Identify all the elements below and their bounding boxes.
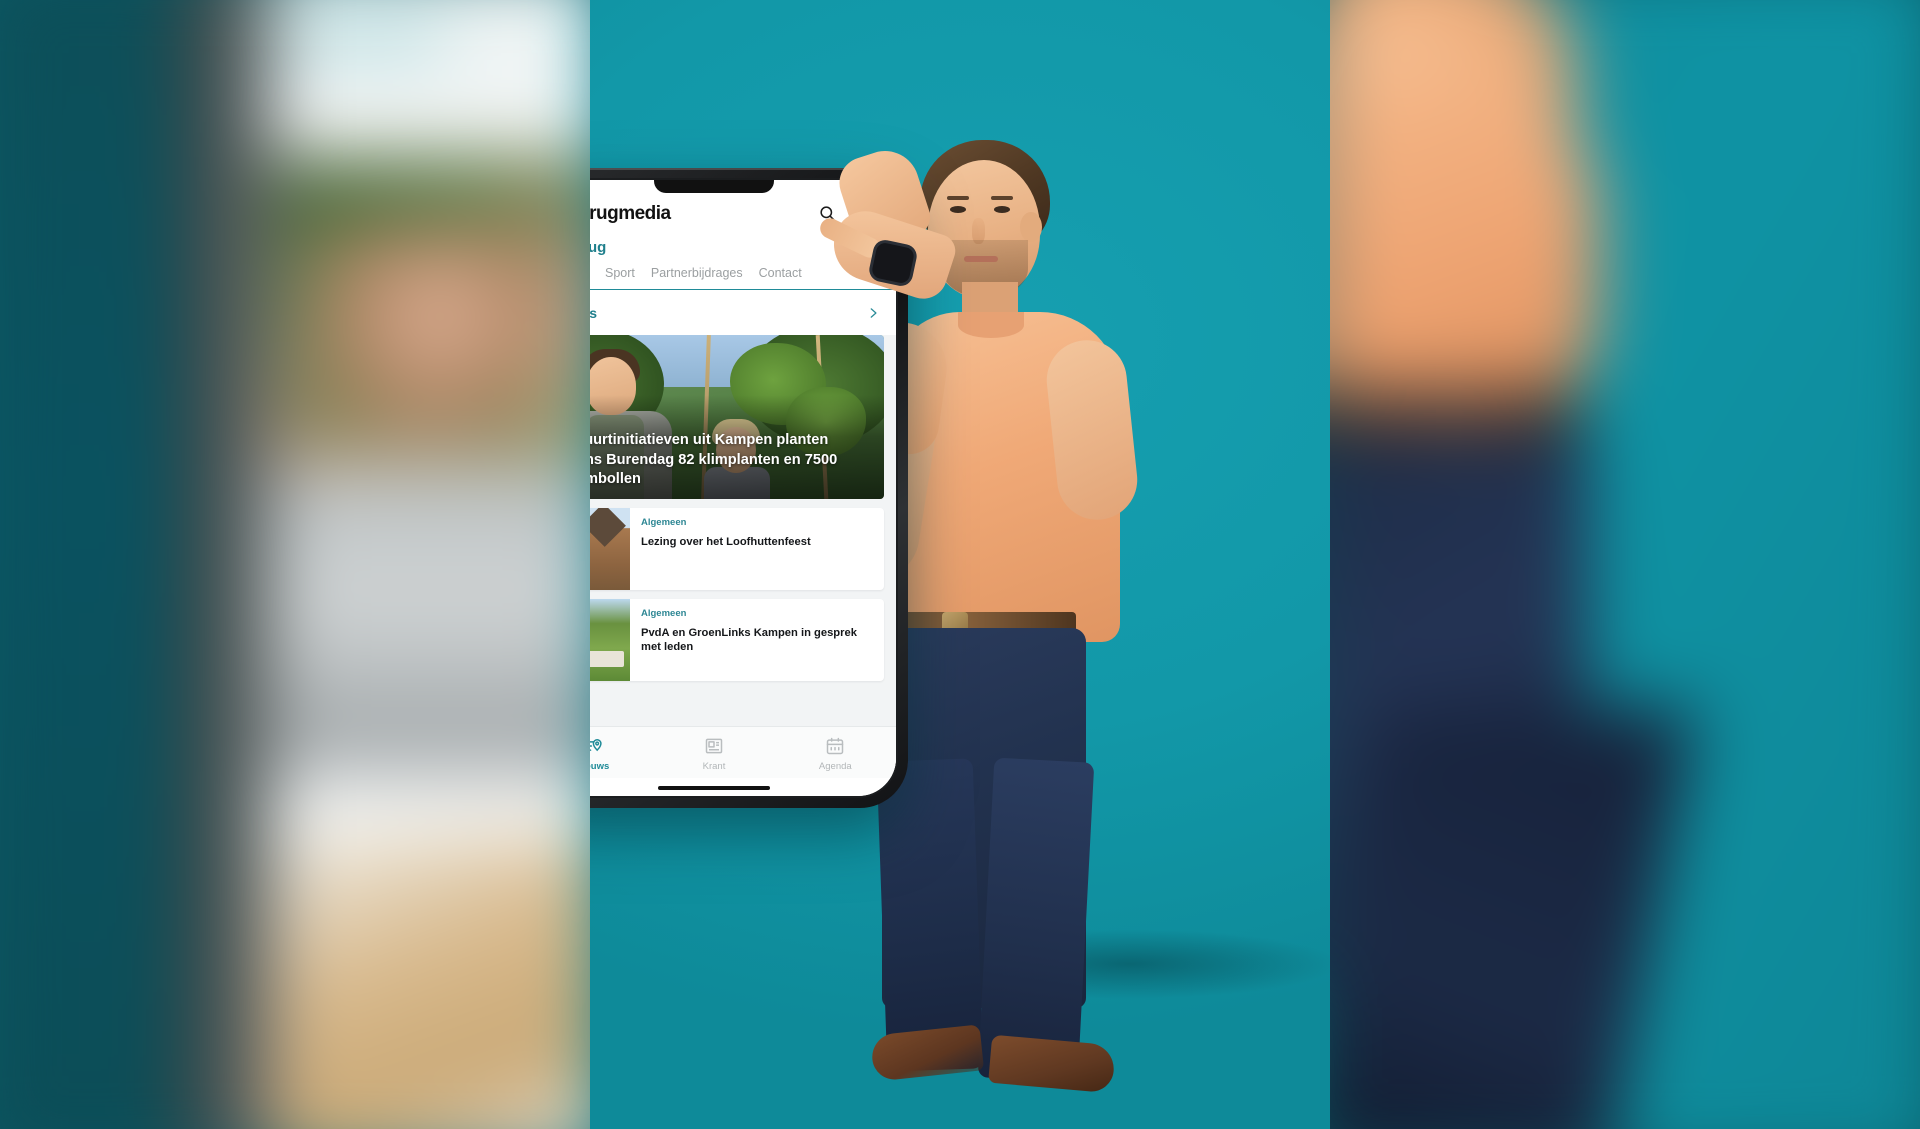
article-text: Algemeen Lezing over het Loofhuttenfeest: [630, 508, 884, 590]
person-shoe-right: [988, 1034, 1116, 1094]
nav-label-nieuws: Nieuws: [590, 761, 610, 772]
blurred-right-panel: [1238, 0, 1920, 1129]
person-eye-left: [950, 206, 966, 213]
home-indicator: [658, 786, 770, 790]
blur-left-photo-bottom: [252, 835, 618, 1129]
list-item[interactable]: Algemeen PvdA en GroenLinks Kampen in ge…: [590, 599, 884, 681]
person-leg-right: [977, 757, 1095, 1083]
article-title: PvdA en GroenLinks Kampen in gesprek met…: [641, 627, 857, 654]
article-text: Algemeen PvdA en GroenLinks Kampen in ge…: [630, 599, 884, 681]
person-smartwatch: [870, 241, 916, 285]
tab-partnerbijdrages[interactable]: Partnerbijdrages: [651, 266, 743, 289]
calendar-icon: [825, 736, 845, 756]
person-brow-left: [947, 196, 969, 200]
person-brow-right: [991, 196, 1013, 200]
person-mouth: [964, 256, 998, 262]
article-feed: 30 buurtinitiatieven uit Kampen planten …: [590, 335, 896, 726]
person-collar: [958, 312, 1024, 338]
article-category: Algemeen: [641, 608, 687, 619]
screenshot-stage: brugmedia: [0, 0, 1920, 1129]
bottom-navigation: Nieuws Krant: [590, 726, 896, 778]
blur-left-photo-face: [300, 231, 534, 444]
newspaper-icon: [704, 736, 724, 756]
blur-left-teal: [0, 0, 205, 1129]
nav-item-krant[interactable]: Krant: [653, 736, 774, 772]
nav-item-nieuws[interactable]: Nieuws: [590, 736, 653, 772]
tab-sport[interactable]: Sport: [605, 266, 635, 289]
blur-left-dark-band: [178, 0, 274, 1129]
blurred-left-panel: [0, 0, 618, 1129]
nav-item-agenda[interactable]: Agenda: [775, 736, 896, 772]
hero-article-title: 30 buurtinitiatieven uit Kampen planten …: [590, 432, 838, 487]
brand-name: brugmedia: [590, 202, 671, 224]
blur-left-teal-line: [273, 24, 444, 52]
person-eye-right: [994, 206, 1010, 213]
article-title: Lezing over het Loofhuttenfeest: [641, 536, 811, 548]
center-photo: brugmedia: [590, 0, 1330, 1129]
news-pin-icon: [590, 736, 603, 756]
person-ear: [1020, 212, 1042, 242]
article-thumbnail: [590, 599, 630, 681]
feed-section-header[interactable]: Nieuws: [590, 290, 896, 335]
article-category: Algemeen: [641, 517, 687, 528]
blur-left-grey-block: [252, 464, 618, 772]
nav-label-krant: Krant: [702, 761, 726, 772]
chevron-right-icon[interactable]: [866, 306, 880, 320]
phone-notch: [654, 180, 774, 193]
list-item[interactable]: Algemeen Lezing over het Loofhuttenfeest: [590, 508, 884, 590]
hero-article-card[interactable]: 30 buurtinitiatieven uit Kampen planten …: [590, 335, 884, 499]
nav-label-agenda: Agenda: [818, 761, 852, 772]
feed-section-label: Nieuws: [590, 305, 597, 321]
article-thumbnail: [590, 508, 630, 590]
brand-logo[interactable]: brugmedia: [590, 202, 671, 225]
tab-contact[interactable]: Contact: [759, 266, 802, 289]
